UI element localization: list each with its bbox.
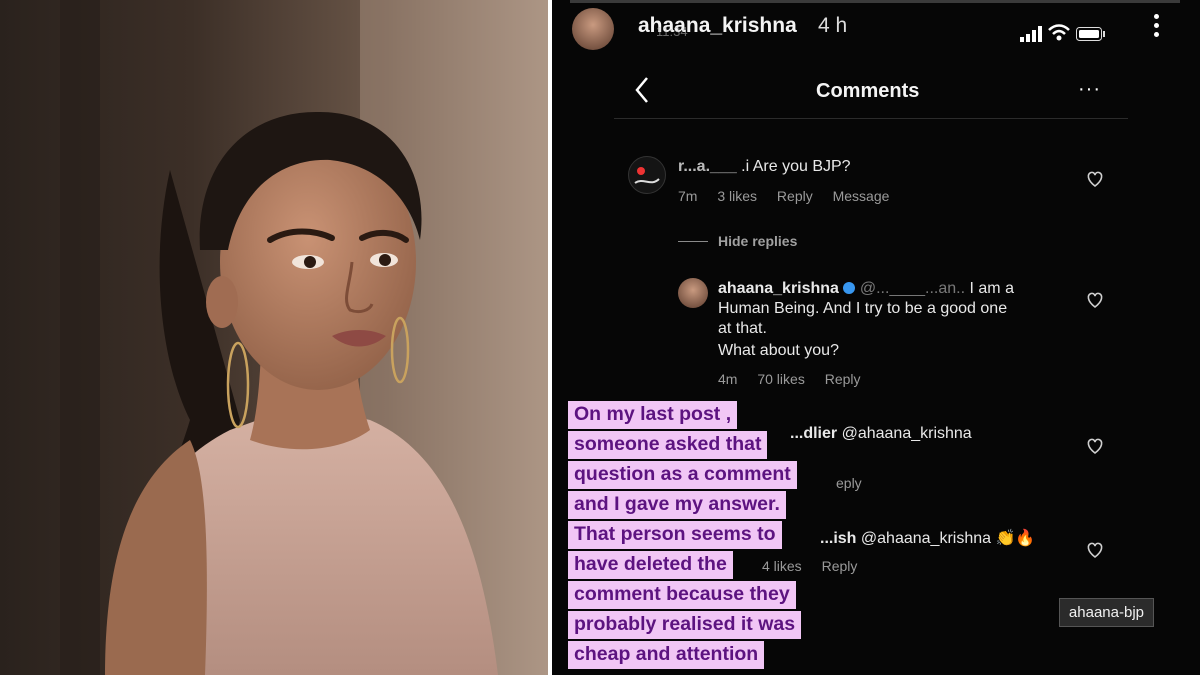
caption-line: have deleted the <box>568 551 733 583</box>
comment-avatar[interactable] <box>628 156 666 194</box>
verified-badge-icon <box>843 282 856 294</box>
reply-3-username[interactable]: ...ish <box>820 530 856 547</box>
caption-line: and I gave my answer. <box>568 491 786 523</box>
comment-meta: 7m 3 likes Reply Message <box>678 188 905 204</box>
story-avatar[interactable] <box>572 8 614 50</box>
reply-3-likes[interactable]: 4 likes <box>762 558 802 574</box>
reply-time: 4m <box>718 371 738 387</box>
reply-3-row: ...ish @ahaana_krishna 👏🔥 <box>820 528 1035 548</box>
caption-line: question as a comment <box>568 461 797 493</box>
wifi-icon <box>1048 24 1070 41</box>
reply-3-mention[interactable]: @ahaana_krishna <box>861 530 991 547</box>
caption-line: someone asked that <box>568 431 768 463</box>
image-tag-label: ahaana-bjp <box>1058 598 1154 627</box>
like-heart-icon[interactable] <box>1086 292 1104 308</box>
signal-icon <box>1020 26 1042 42</box>
comment-reply-button[interactable]: Reply <box>777 188 813 204</box>
reply-body: ahaana_krishna @...____...an.. I am a Hu… <box>718 279 1068 361</box>
back-chevron-icon[interactable] <box>634 76 650 104</box>
panel-divider <box>548 0 552 675</box>
hide-replies-line <box>678 241 708 242</box>
comment-row: r...a.___ .i Are you BJP? <box>678 158 851 176</box>
portrait-photo <box>0 0 548 675</box>
reply-2-reply-button[interactable]: eply <box>836 475 862 491</box>
reply-2-mention[interactable]: @ahaana_krishna <box>842 425 972 442</box>
story-progress-bar <box>570 0 1180 3</box>
caption-line: That person seems to <box>568 521 782 553</box>
battery-icon <box>1076 27 1105 41</box>
header-divider <box>614 118 1128 119</box>
caption-line: probably realised it was <box>568 611 802 643</box>
reply-2-row: ...dlier @ahaana_krishna <box>790 425 972 443</box>
comment-likes[interactable]: 3 likes <box>717 188 757 204</box>
portrait-illustration <box>0 0 548 675</box>
reply-meta: 4m 70 likes Reply <box>718 371 877 387</box>
reply-mention[interactable]: @...____...an.. <box>860 280 965 297</box>
comment-message-button[interactable]: Message <box>833 188 890 204</box>
caption-line: cheap and attention <box>568 641 765 673</box>
like-heart-icon[interactable] <box>1086 438 1104 454</box>
like-heart-icon[interactable] <box>1086 542 1104 558</box>
story-more-options-icon[interactable] <box>1154 14 1160 41</box>
reply-3-reply-button[interactable]: Reply <box>822 558 858 574</box>
reply-username[interactable]: ahaana_krishna <box>718 280 839 297</box>
instagram-story-screenshot: ahaana_krishna 11:34 4 h Comments ··· r.… <box>552 0 1200 675</box>
caption-line: On my last post , <box>568 401 738 433</box>
reply-avatar[interactable] <box>678 278 708 308</box>
reply-text-line-3: at that. <box>718 320 767 337</box>
reply-text-line-1: I am a <box>969 280 1014 297</box>
reply-3-meta: 4 likes Reply <box>762 558 873 574</box>
comments-title: Comments <box>816 80 920 102</box>
reply-text-line-4: What about you? <box>718 342 839 359</box>
reply-likes[interactable]: 70 likes <box>757 371 804 387</box>
reply-reply-button[interactable]: Reply <box>825 371 861 387</box>
comment-text: .i Are you BJP? <box>741 158 851 175</box>
caption-line: comment because they <box>568 581 796 613</box>
story-time-ago: 4 h <box>818 14 848 37</box>
comments-more-icon[interactable]: ··· <box>1078 78 1101 101</box>
status-time: 11:34 <box>656 24 688 39</box>
reply-text-line-2: Human Being. And I try to be a good one <box>718 300 1008 317</box>
reply-3-emojis: 👏🔥 <box>995 530 1036 547</box>
reply-2-username[interactable]: ...dlier <box>790 425 837 442</box>
comment-time: 7m <box>678 188 698 204</box>
hide-replies-button[interactable]: Hide replies <box>718 233 797 249</box>
like-heart-icon[interactable] <box>1086 171 1104 187</box>
comment-username[interactable]: r...a.___ <box>678 158 737 175</box>
